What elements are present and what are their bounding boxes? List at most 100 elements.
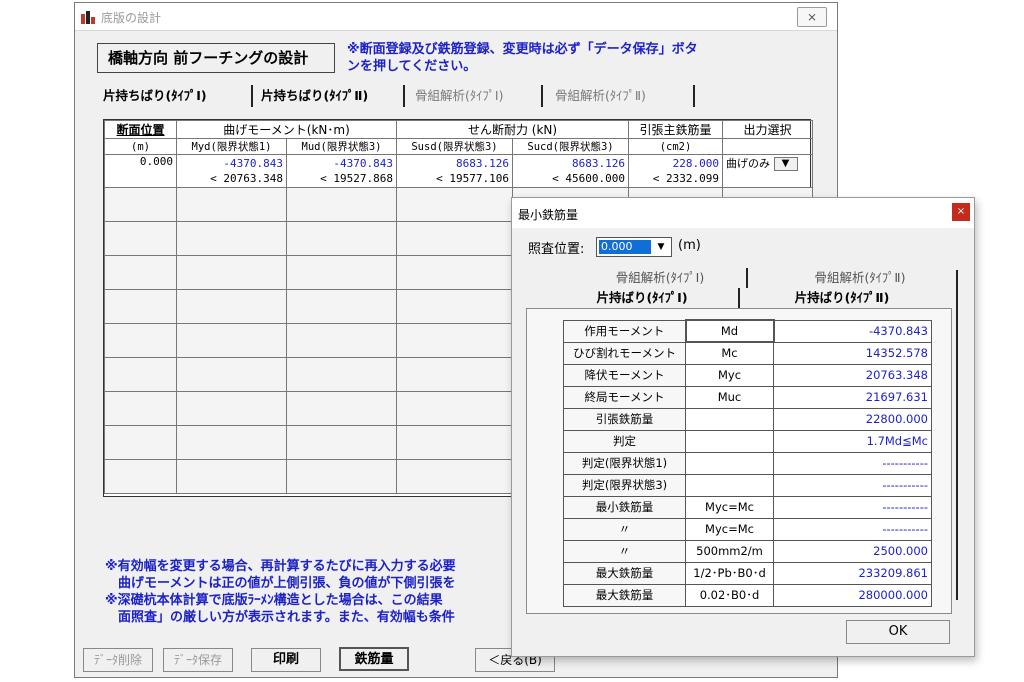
cell-sucd: 8683.126	[511, 154, 630, 171]
row-symbol	[685, 429, 774, 453]
position-unit: (m)	[678, 238, 701, 253]
row-value: 1.7Md≦Mc	[773, 429, 932, 453]
cell-sucd-capacity: < 45600.000	[511, 171, 630, 188]
row-value: -----------	[773, 451, 932, 475]
delete-data-button[interactable]: ﾃﾞｰﾀ削除	[83, 648, 153, 672]
cell-rebar-required: < 2332.099	[628, 171, 724, 188]
col-header-moment: 曲げモーメント(kN･m)	[176, 120, 397, 139]
row-label: 終局モーメント	[563, 385, 686, 409]
row-symbol: Md	[684, 319, 775, 343]
dialog-close-button[interactable]: ×	[952, 203, 970, 221]
subheader-sucd: Sucd(限界状態3)	[511, 138, 630, 155]
row-symbol: 0.02･B0･d	[685, 583, 774, 607]
note-line: 曲げモーメントは正の値が上側引張、負の値が下側引張を	[105, 576, 456, 591]
dialog-title: 最小鉄筋量	[518, 208, 579, 222]
rebar-button[interactable]: 鉄筋量	[339, 647, 409, 671]
save-data-button[interactable]: ﾃﾞｰﾀ保存	[163, 648, 233, 672]
dialog-tab-cantilever-type1[interactable]: 片持ばり(ﾀｲﾌﾟⅠ)	[552, 288, 732, 308]
subheader-blank	[722, 138, 814, 155]
note-line: 面照査」の厳しい方が表示されます。また、有効幅も条件	[105, 610, 455, 625]
dialog-tab-frame-type2[interactable]: 骨組解析(ﾀｲﾌﾟⅡ)	[772, 268, 948, 288]
chevron-down-icon[interactable]: ▼	[653, 240, 669, 254]
min-rebar-table: 作用モーメント Md -4370.843 ひび割れモーメント Mc 14352.578 …	[563, 319, 932, 607]
tab-separator	[956, 270, 958, 600]
output-select-value: 曲げのみ	[726, 157, 771, 170]
section-header: 橋軸方向 前フーチングの設計	[97, 43, 335, 73]
row-symbol: Muc	[685, 385, 774, 409]
tab-cantilever-type2[interactable]: 片持ちばり(ﾀｲﾌﾟⅡ)	[261, 85, 405, 107]
row-symbol	[685, 451, 774, 475]
row-value: 233209.861	[773, 561, 932, 585]
row-label: 最大鉄筋量	[563, 561, 686, 585]
row-symbol	[685, 473, 774, 497]
table-row: 作用モーメント Md -4370.843	[563, 319, 932, 343]
subheader-myd: Myd(限界状態1)	[176, 138, 287, 155]
row-value: 14352.578	[773, 341, 932, 365]
cell-myd-capacity: < 20763.348	[176, 171, 287, 188]
min-rebar-dialog: 最小鉄筋量 × 照査位置: 0.000 ▼ (m) 骨組解析(ﾀｲﾌﾟⅠ) 骨組…	[511, 197, 975, 657]
row-symbol: Myc	[685, 363, 774, 387]
output-select[interactable]: 曲げのみ ▼	[722, 154, 814, 171]
row-label: 〃	[563, 539, 686, 563]
row-symbol	[685, 407, 774, 431]
position-select[interactable]: 0.000 ▼	[596, 237, 672, 257]
col-header-rebar: 引張主鉄筋量	[628, 120, 724, 139]
table-row: 判定(限界状態1) -----------	[563, 451, 932, 475]
note-line: ※深礎杭本体計算で底版ﾗｰﾒﾝ構造とした場合は、この結果	[105, 593, 443, 608]
dialog-titlebar: 最小鉄筋量 ×	[512, 198, 974, 228]
tab-frame-type2[interactable]: 骨組解析(ﾀｲﾌﾟⅡ)	[555, 85, 695, 107]
table-row: ひび割れモーメント Mc 14352.578	[563, 341, 932, 365]
row-value: -----------	[773, 517, 932, 541]
row-value: -----------	[773, 473, 932, 497]
row-label: 降伏モーメント	[563, 363, 686, 387]
row-value: -4370.843	[773, 319, 932, 343]
table-row: 引張鉄筋量 22800.000	[563, 407, 932, 431]
row-label: 最小鉄筋量	[563, 495, 686, 519]
row-value: -----------	[773, 495, 932, 519]
row-label: 判定	[563, 429, 686, 453]
col-header-position: 断面位置	[104, 120, 177, 139]
position-label: 照査位置:	[528, 242, 585, 257]
subheader-susd: Susd(限界状態3)	[396, 138, 513, 155]
cell-position[interactable]: 0.000	[104, 154, 177, 188]
cell-mud: -4370.843	[286, 154, 397, 171]
tab-separator	[738, 288, 740, 308]
row-symbol: Mc	[685, 341, 774, 365]
position-select-value: 0.000	[599, 240, 651, 254]
subheader-mud: Mud(限界状態3)	[286, 138, 397, 155]
window-title: 底版の設計	[101, 11, 162, 25]
ok-button[interactable]: OK	[846, 620, 950, 644]
row-symbol: 1/2･Pb･B0･d	[685, 561, 774, 585]
table-row: 判定 1.7Md≦Mc	[563, 429, 932, 453]
bottom-notes: ※有効幅を変更する場合、再計算するたびに再入力する必要 曲げモーメントは正の値が…	[105, 558, 545, 626]
col-header-output: 出力選択	[722, 120, 814, 139]
dialog-tab-cantilever-type2[interactable]: 片持ばり(ﾀｲﾌﾟⅡ)	[752, 288, 932, 308]
header-note: ※断面登録及び鉄筋登録、変更時は必ず「データ保存」ボタンを押してください。	[347, 42, 698, 74]
row-label: 最大鉄筋量	[563, 583, 686, 607]
print-button[interactable]: 印刷	[251, 648, 321, 672]
table-row: 〃 Myc=Mc -----------	[563, 517, 932, 541]
row-symbol: 500mm2/m	[685, 539, 774, 563]
tab-frame-type1[interactable]: 骨組解析(ﾀｲﾌﾟⅠ)	[415, 85, 543, 107]
cell-myd: -4370.843	[176, 154, 287, 171]
table-row: 終局モーメント Muc 21697.631	[563, 385, 932, 409]
cell-susd: 8683.126	[396, 154, 513, 171]
row-label: 〃	[563, 517, 686, 541]
table-row: 〃 500mm2/m 2500.000	[563, 539, 932, 563]
row-label: 判定(限界状態3)	[563, 473, 686, 497]
row-label: 引張鉄筋量	[563, 407, 686, 431]
col-header-shear: せん断耐力 (kN)	[395, 120, 630, 139]
row-symbol: Myc=Mc	[685, 495, 774, 519]
dialog-tab-frame-type1[interactable]: 骨組解析(ﾀｲﾌﾟⅠ)	[572, 268, 748, 288]
row-value: 22800.000	[773, 407, 932, 431]
table-row: < 20763.348 < 19527.868 < 19577.106 < 45…	[105, 171, 814, 188]
row-symbol: Myc=Mc	[685, 517, 774, 541]
tab-cantilever-type1[interactable]: 片持ちばり(ﾀｲﾌﾟⅠ)	[103, 85, 253, 107]
tab-separator	[746, 268, 748, 288]
chevron-down-icon[interactable]: ▼	[773, 157, 798, 171]
row-label: 判定(限界状態1)	[563, 451, 686, 475]
row-value: 280000.000	[773, 583, 932, 607]
table-row: 0.000 -4370.843 -4370.843 8683.126 8683.…	[104, 154, 814, 188]
table-row: 最大鉄筋量 0.02･B0･d 280000.000	[563, 583, 932, 607]
close-button[interactable]: ⨯	[797, 7, 827, 27]
